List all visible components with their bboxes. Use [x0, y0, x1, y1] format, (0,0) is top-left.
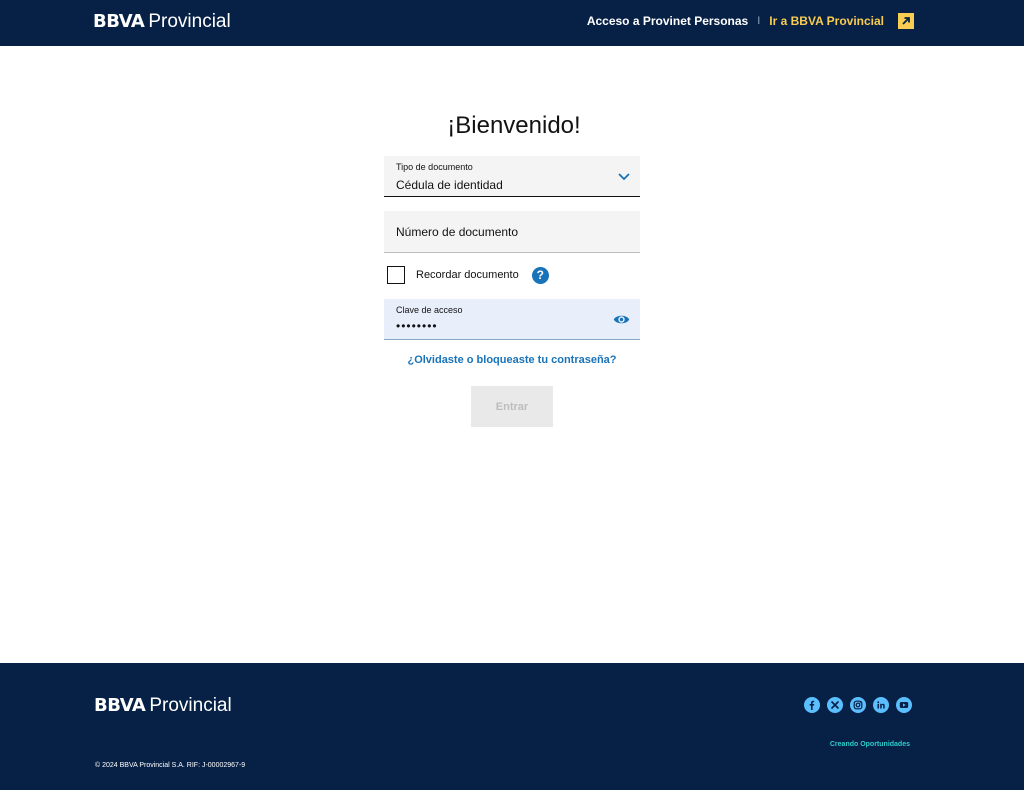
provinet-personas-link[interactable]: Acceso a Provinet Personas [587, 14, 748, 28]
header-separator: I [757, 15, 761, 27]
welcome-title: ¡Bienvenido! [447, 112, 581, 139]
document-type-select[interactable]: Tipo de documento Cédula de identidad [384, 156, 640, 197]
remember-document-row: Recordar documento ? [387, 266, 549, 284]
footer-logo-bbva-text: BBVA [94, 695, 146, 716]
x-icon[interactable] [827, 697, 843, 713]
arrow-up-right-icon[interactable] [898, 13, 914, 29]
chevron-down-icon [618, 173, 630, 181]
page-footer: BBVA Provincial Creando Oportunidades © … [0, 663, 1024, 790]
social-links [804, 697, 912, 713]
facebook-icon[interactable] [804, 697, 820, 713]
document-type-value: Cédula de identidad [396, 178, 503, 192]
linkedin-icon[interactable] [873, 697, 889, 713]
youtube-icon[interactable] [896, 697, 912, 713]
footer-tagline: Creando Oportunidades [829, 741, 910, 748]
logo-provincial-text: Provincial [148, 11, 231, 32]
password-input[interactable]: Clave de acceso •••••••• [384, 299, 640, 340]
footer-copyright: © 2024 BBVA Provincial S.A. RIF: J-00002… [95, 762, 246, 769]
password-label: Clave de acceso [396, 305, 463, 315]
header-links: Acceso a Provinet Personas I Ir a BBVA P… [587, 13, 914, 29]
remember-document-label: Recordar documento [416, 269, 519, 281]
top-header: BBVA Provincial Acceso a Provinet Person… [0, 0, 1024, 46]
document-number-placeholder: Número de documento [396, 225, 519, 239]
password-value: •••••••• [396, 319, 438, 333]
bbva-provincial-link[interactable]: Ir a BBVA Provincial [769, 14, 884, 28]
logo-bbva-text: BBVA [93, 11, 145, 32]
document-type-label: Tipo de documento [396, 162, 473, 172]
show-password-eye-icon[interactable] [613, 313, 630, 326]
footer-logo-provincial-text: Provincial [149, 695, 232, 716]
remember-document-checkbox[interactable] [387, 266, 405, 284]
footer-bbva-provincial-logo: BBVA Provincial [94, 695, 232, 717]
document-number-input[interactable]: Número de documento [384, 211, 640, 253]
forgot-password-link[interactable]: ¿Olvidaste o bloqueaste tu contraseña? [0, 354, 1024, 366]
help-icon[interactable]: ? [531, 266, 549, 284]
bbva-provincial-logo[interactable]: BBVA Provincial [93, 11, 231, 33]
login-submit-button[interactable]: Entrar [471, 386, 553, 427]
instagram-icon[interactable] [850, 697, 866, 713]
